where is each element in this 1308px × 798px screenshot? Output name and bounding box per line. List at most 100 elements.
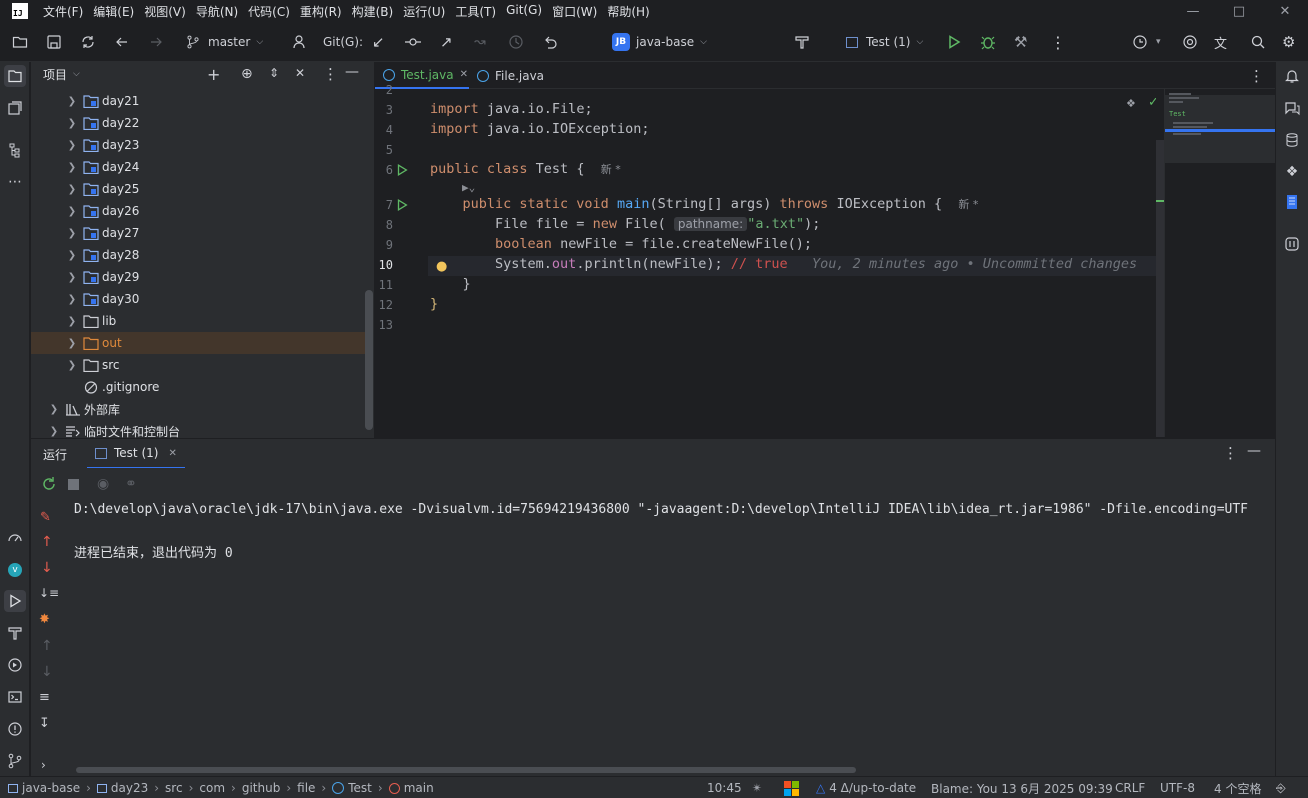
wrap-lines-icon[interactable]: ≡ — [39, 690, 50, 705]
line-number[interactable]: 5 — [375, 143, 393, 157]
breadcrumb-item[interactable]: day23 — [96, 781, 148, 795]
build-tool-icon[interactable] — [4, 622, 26, 644]
chevron-down-icon[interactable]: ⌵ — [73, 69, 80, 79]
editor-scrollbar[interactable] — [1156, 140, 1164, 437]
menu-item[interactable]: 构建(B) — [347, 3, 399, 20]
up-stack-icon[interactable]: ↑ — [41, 534, 53, 550]
hide-panel-icon[interactable]: — — [345, 64, 359, 80]
next-occurrence-icon[interactable]: ↓ — [41, 664, 53, 680]
menu-item[interactable]: 工具(T) — [450, 3, 501, 20]
line-number[interactable]: 8 — [375, 218, 393, 232]
breadcrumb-item[interactable]: java-base — [8, 781, 80, 795]
user-icon[interactable] — [292, 22, 308, 62]
maven-icon[interactable]: ❖ — [1282, 162, 1302, 182]
lock-icon[interactable]: ⎆ — [1276, 777, 1286, 798]
save-all-icon[interactable] — [46, 22, 62, 62]
line-number[interactable]: 4 — [375, 123, 393, 137]
close-tab-icon[interactable]: ✕ — [460, 69, 468, 80]
tree-item-[interactable]: ❯ 外部库 — [31, 398, 365, 420]
back-icon[interactable] — [114, 22, 130, 62]
rollback-icon[interactable] — [542, 22, 558, 62]
chevron-right-icon[interactable]: ❯ — [65, 294, 79, 305]
commit-tool-icon[interactable] — [4, 97, 26, 119]
more-options-icon[interactable]: ⋮ — [1050, 22, 1066, 62]
more-run-actions-icon[interactable]: ⚒ — [1014, 22, 1027, 62]
menu-item[interactable]: 导航(N) — [191, 3, 243, 20]
tree-item-out[interactable]: ❯ out — [31, 332, 365, 354]
tree-item-[interactable]: ❯ 临时文件和控制台 — [31, 420, 365, 439]
chevron-right-icon[interactable]: ❯ — [65, 250, 79, 261]
intellij-logo-icon[interactable]: IJ — [12, 3, 28, 19]
inlay-hint-icon[interactable]: ▶⌄ — [462, 181, 475, 194]
run-tab-test[interactable]: Test (1) ✕ — [87, 439, 185, 469]
tree-item-day28[interactable]: ❯ day28 — [31, 244, 365, 266]
line-number[interactable]: 3 — [375, 103, 393, 117]
code-editor[interactable]: import java.io.File; import java.io.IOEx… — [428, 89, 1156, 437]
run-config-selector[interactable]: Test (1) ⌵ — [846, 22, 923, 62]
caret-time[interactable]: 10:45 — [707, 777, 742, 798]
rerun-icon[interactable] — [41, 476, 57, 495]
tree-item-day29[interactable]: ❯ day29 — [31, 266, 365, 288]
git-commit-icon[interactable] — [404, 22, 422, 62]
tab-options-icon[interactable]: ⋮ — [1249, 62, 1264, 89]
bookmarks-icon[interactable] — [1282, 192, 1302, 212]
problems-tool-icon[interactable] — [4, 718, 26, 740]
tree-item-day27[interactable]: ❯ day27 — [31, 222, 365, 244]
console-horizontal-scrollbar[interactable] — [76, 767, 856, 773]
dump-threads-icon[interactable]: ◉ — [97, 476, 109, 492]
project-tool-icon[interactable] — [4, 65, 26, 87]
debug-icon[interactable] — [980, 22, 996, 62]
git-pull-request-icon[interactable]: ↝ — [474, 22, 486, 62]
breadcrumb-item[interactable]: com — [199, 781, 225, 795]
line-number[interactable]: 2 — [375, 83, 393, 97]
close-tab-icon[interactable]: ✕ — [168, 448, 176, 459]
forward-icon[interactable] — [148, 22, 164, 62]
build-hammer-icon[interactable] — [794, 22, 810, 62]
pin-tab-icon[interactable]: ⚭ — [125, 476, 137, 492]
chevron-right-icon[interactable]: ❯ — [65, 184, 79, 195]
run-tool-icon[interactable] — [4, 590, 26, 612]
menu-item[interactable]: 运行(U) — [398, 3, 450, 20]
run-icon[interactable] — [946, 22, 962, 62]
hide-run-panel-icon[interactable]: — — [1247, 443, 1261, 459]
menu-item[interactable]: 重构(R) — [295, 3, 347, 20]
menu-item[interactable]: 视图(V) — [139, 3, 191, 20]
line-number[interactable]: 10 — [375, 258, 393, 272]
menu-item[interactable]: Git(G) — [501, 3, 547, 20]
chevron-right-icon[interactable]: ❯ — [65, 360, 79, 371]
sort-icon[interactable]: ↓≡ — [39, 586, 59, 600]
line-number[interactable]: 7 — [375, 198, 393, 212]
structure-tool-icon[interactable] — [4, 139, 26, 161]
line-number[interactable]: 6 — [375, 163, 393, 177]
soft-wrap-icon[interactable]: ✎ — [40, 510, 51, 525]
chevron-right-icon[interactable]: ❯ — [65, 162, 79, 173]
project-panel-title[interactable]: 项目 — [43, 66, 67, 83]
line-number[interactable]: 12 — [375, 298, 393, 312]
settings-gear-icon[interactable]: ⚙ — [1282, 22, 1295, 62]
translate-icon[interactable]: 文 — [1214, 22, 1227, 62]
menu-item[interactable]: 帮助(H) — [602, 3, 654, 20]
options-icon[interactable]: ⋮ — [323, 65, 338, 83]
menu-item[interactable]: 代码(C) — [243, 3, 295, 20]
open-folder-icon[interactable] — [12, 22, 28, 62]
tree-item-lib[interactable]: ❯ lib — [31, 310, 365, 332]
run-options-icon[interactable]: ⋮ — [1223, 444, 1238, 462]
notifications-icon[interactable] — [1282, 66, 1302, 86]
tab-file-java[interactable]: File.java — [471, 62, 555, 89]
search-icon[interactable] — [1250, 22, 1266, 62]
tree-item-day25[interactable]: ❯ day25 — [31, 178, 365, 200]
chevron-right-icon[interactable]: ❯ — [65, 338, 79, 349]
database-icon[interactable] — [1282, 130, 1302, 150]
git-tool-icon[interactable] — [4, 750, 26, 772]
branch-widget[interactable]: master ⌵ — [186, 22, 263, 62]
breadcrumb-item[interactable]: main — [388, 781, 434, 795]
more-tools-icon[interactable]: ⋯ — [4, 171, 26, 193]
line-separator[interactable]: CRLF — [1115, 777, 1145, 798]
tree-item-day30[interactable]: ❯ day30 — [31, 288, 365, 310]
expand-all-icon[interactable]: ⇕ — [269, 66, 279, 80]
tree-item-day26[interactable]: ❯ day26 — [31, 200, 365, 222]
terminal-tool-icon[interactable] — [4, 686, 26, 708]
chevron-right-icon[interactable]: ❯ — [65, 140, 79, 151]
chevron-right-icon[interactable]: ❯ — [65, 118, 79, 129]
chevron-right-icon[interactable]: ❯ — [65, 206, 79, 217]
